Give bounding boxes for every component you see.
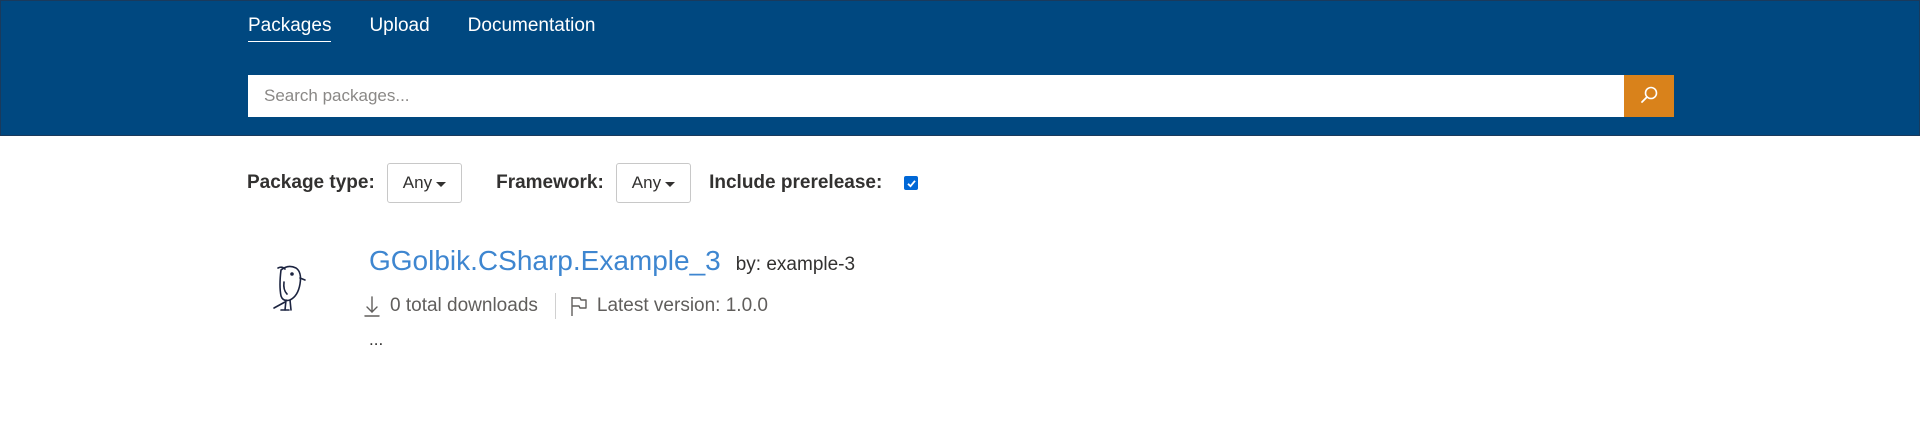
- caret-down-icon: [665, 181, 676, 187]
- package-type-dropdown[interactable]: Any: [386, 163, 463, 203]
- nav-packages[interactable]: Packages: [248, 15, 332, 42]
- package-type-label: Package type:: [247, 172, 375, 193]
- download-icon: [364, 295, 380, 317]
- filter-bar: Package type: Any Framework: Any Include…: [247, 163, 919, 203]
- framework-label: Framework:: [496, 172, 604, 193]
- package-name-link[interactable]: GGolbik.CSharp.Example_3: [369, 245, 721, 277]
- latest-version: Latest version: 1.0.0: [596, 295, 768, 316]
- package-title-row: GGolbik.CSharp.Example_3 by: example-3: [369, 245, 855, 277]
- search-button[interactable]: [1624, 75, 1674, 117]
- search-input[interactable]: [248, 75, 1624, 117]
- nav-documentation[interactable]: Documentation: [468, 15, 596, 42]
- search-bar: [248, 75, 1674, 117]
- prerelease-checkbox[interactable]: [904, 176, 919, 190]
- package-meta: 0 total downloads Latest version: 1.0.0: [364, 293, 768, 319]
- meta-divider: [554, 293, 556, 319]
- package-description: ...: [369, 330, 384, 349]
- flag-icon: [570, 295, 588, 317]
- prerelease-label: Include prerelease:: [709, 172, 883, 193]
- download-count: 0 total downloads: [390, 295, 538, 316]
- framework-dropdown[interactable]: Any: [615, 163, 692, 203]
- search-icon: [1639, 85, 1659, 108]
- header-bar: Packages Upload Documentation: [0, 0, 1920, 136]
- bird-icon: [266, 262, 310, 319]
- top-nav: Packages Upload Documentation: [248, 15, 595, 42]
- nav-upload[interactable]: Upload: [369, 15, 429, 42]
- package-author: by: example-3: [735, 254, 856, 275]
- checkmark-icon: [907, 179, 916, 188]
- framework-value: Any: [631, 173, 662, 192]
- caret-down-icon: [436, 181, 447, 187]
- package-type-value: Any: [402, 173, 433, 192]
